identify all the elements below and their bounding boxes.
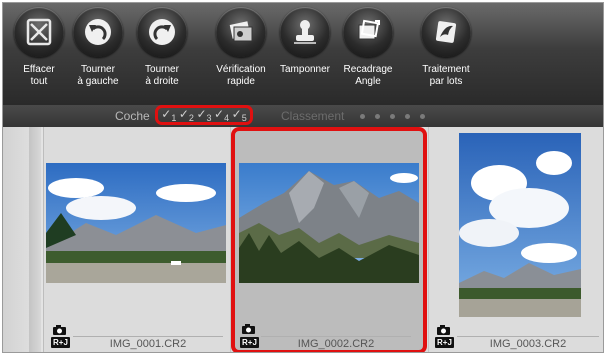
stamp-label: Tamponner bbox=[279, 64, 331, 75]
check-mark-filter: ✓1 ✓2 ✓3 ✓4 ✓5 bbox=[155, 105, 253, 125]
check-mark-label: Coche bbox=[115, 109, 150, 123]
batch-process-icon bbox=[435, 21, 457, 43]
check-mark-2[interactable]: ✓2 bbox=[179, 107, 194, 123]
rotate-left-icon bbox=[85, 19, 111, 45]
file-name: IMG_0002.CR2 bbox=[297, 338, 375, 350]
camera-icon bbox=[437, 325, 450, 335]
thumbnail-image bbox=[239, 163, 419, 283]
file-name: IMG_0001.CR2 bbox=[109, 338, 187, 350]
camera-icon bbox=[53, 325, 66, 335]
filter-bar: Coche ✓1 ✓2 ✓3 ✓4 ✓5 Classement bbox=[3, 105, 603, 127]
batch-process-button[interactable]: Traitement par lots bbox=[410, 7, 482, 88]
camera-icon bbox=[242, 324, 255, 334]
stamp-icon bbox=[294, 20, 316, 44]
rotate-left-button[interactable]: Tourner à gauche bbox=[62, 7, 134, 88]
file-name: IMG_0003.CR2 bbox=[489, 338, 567, 350]
thumbnail-image bbox=[46, 163, 226, 283]
raw-jpeg-badge: R+J bbox=[51, 337, 70, 348]
check-mark-4[interactable]: ✓4 bbox=[214, 107, 229, 123]
rating-dot[interactable] bbox=[420, 114, 425, 119]
stamp-button[interactable]: Tamponner bbox=[269, 7, 341, 76]
side-panel-edge bbox=[3, 127, 44, 352]
thumbnail-cell[interactable]: R+J IMG_0003.CR2 bbox=[429, 127, 603, 352]
rotate-right-icon bbox=[149, 19, 175, 45]
thumbnail-grid: R+J IMG_0001.CR2 R+J IMG_0002.CR2 R+J IM… bbox=[3, 127, 603, 352]
check-mark-1[interactable]: ✓1 bbox=[161, 107, 176, 123]
thumbnail-cell[interactable]: R+J IMG_0001.CR2 bbox=[43, 127, 229, 352]
crop-angle-button[interactable]: Recadrage Angle bbox=[332, 7, 404, 88]
quick-check-button[interactable]: Vérification rapide bbox=[205, 7, 277, 88]
toolbar: Effacer tout Tourner à gauche Tourner à … bbox=[3, 3, 603, 105]
crop-angle-icon bbox=[358, 19, 380, 40]
rotate-left-label: Tourner à gauche bbox=[77, 64, 119, 87]
check-mark-3[interactable]: ✓3 bbox=[196, 107, 211, 123]
raw-jpeg-badge: R+J bbox=[435, 337, 454, 348]
raw-jpeg-badge: R+J bbox=[240, 337, 259, 348]
rating-dot[interactable] bbox=[390, 114, 395, 119]
rating-dot[interactable] bbox=[405, 114, 410, 119]
app-window: Effacer tout Tourner à gauche Tourner à … bbox=[2, 2, 604, 353]
rating-label: Classement bbox=[281, 109, 345, 123]
check-mark-5[interactable]: ✓5 bbox=[232, 107, 247, 123]
erase-icon bbox=[26, 18, 52, 46]
crop-angle-label: Recadrage Angle bbox=[343, 64, 393, 87]
rating-dot[interactable] bbox=[375, 114, 380, 119]
batch-process-label: Traitement par lots bbox=[422, 64, 470, 87]
rotate-right-button[interactable]: Tourner à droite bbox=[126, 7, 198, 88]
rotate-right-label: Tourner à droite bbox=[145, 64, 179, 87]
rating-dot[interactable] bbox=[360, 114, 365, 119]
quick-check-label: Vérification rapide bbox=[216, 64, 266, 87]
thumbnail-cell-selected[interactable]: R+J IMG_0002.CR2 bbox=[231, 127, 427, 352]
thumbnail-image bbox=[459, 133, 581, 317]
quick-check-icon bbox=[229, 21, 253, 42]
